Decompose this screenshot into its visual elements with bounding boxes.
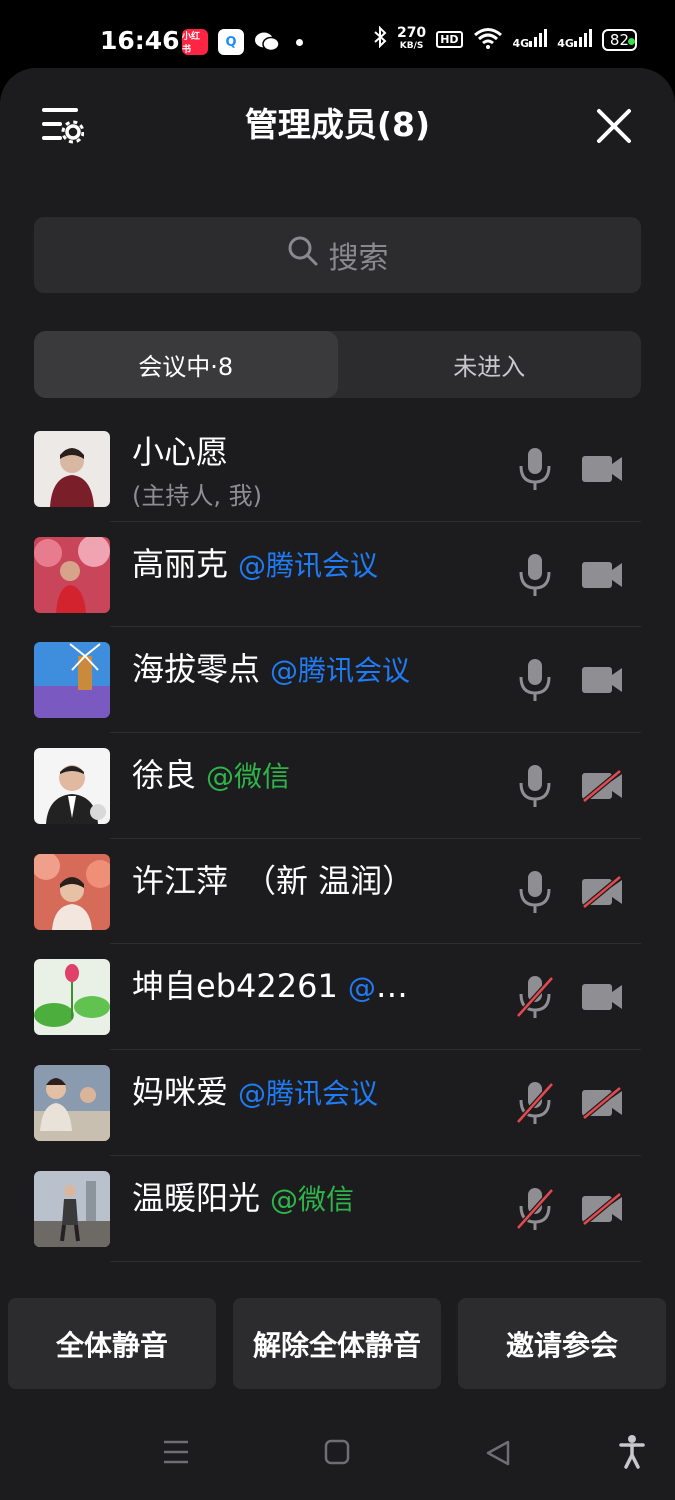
mute-all-button[interactable]: 全体静音 (8, 1298, 216, 1389)
camera-icon[interactable] (580, 663, 624, 697)
wechat-tag: @微信 (270, 1182, 355, 1216)
mic-icon[interactable] (516, 657, 554, 703)
member-name: 徐良 @微信 (132, 756, 291, 795)
system-nav-bar (0, 1405, 675, 1500)
net-speed: 270 KB/S (396, 24, 427, 51)
tab-in-meeting[interactable]: 会议中·8 (34, 331, 338, 398)
avatar (34, 1170, 110, 1247)
search-placeholder: 搜索 (328, 241, 389, 276)
privacy-indicator-dot (628, 38, 635, 45)
notification-icons: 小红书 Q (182, 29, 303, 55)
list-item[interactable]: 坤自eb42261@腾讯... (0, 944, 675, 1051)
mic-icon[interactable] (516, 869, 554, 915)
member-name: 高丽克 @腾讯会议 (132, 544, 379, 583)
cell-signal-1-icon: 4G (513, 28, 548, 51)
menu-nav-icon[interactable] (162, 1439, 190, 1469)
mic-off-icon[interactable] (516, 1186, 554, 1232)
list-item[interactable]: 海拔零点 @腾讯会议 (0, 627, 675, 734)
avatar (34, 431, 110, 507)
camera-icon[interactable] (580, 558, 624, 592)
mic-off-icon[interactable] (516, 1080, 554, 1126)
back-nav-icon[interactable] (484, 1439, 512, 1471)
action-bar: 全体静音 解除全体静音 邀请参会 (0, 1280, 675, 1405)
list-item[interactable]: 高丽克 @腾讯会议 (0, 522, 675, 628)
bluetooth-icon (373, 25, 387, 53)
divider (110, 1260, 641, 1262)
search-icon (287, 235, 319, 275)
hd-badge-icon: HD (436, 31, 463, 48)
mic-icon[interactable] (516, 446, 554, 492)
camera-off-icon[interactable] (580, 874, 624, 909)
member-list: 小心愿 (主持人, 我) 高丽克 @腾讯会议 海拔零点 @腾讯会议 徐良 @微信… (0, 416, 675, 1262)
search-input[interactable]: 搜索 (34, 217, 641, 293)
wechat-tag: @微信 (206, 760, 291, 794)
tencent-meeting-tag: @腾讯会议 (270, 654, 411, 688)
mic-icon[interactable] (516, 552, 554, 598)
status-time: 16:46 (100, 26, 180, 55)
close-icon[interactable] (596, 108, 632, 144)
xiaohongshu-app-icon: 小红书 (182, 29, 208, 55)
wifi-icon (473, 27, 503, 53)
list-item[interactable]: 小心愿 (主持人, 我) (0, 416, 675, 522)
member-role: (主持人, 我) (132, 482, 262, 510)
accessibility-icon[interactable] (619, 1435, 645, 1473)
avatar (34, 642, 110, 719)
avatar (34, 959, 110, 1036)
list-item[interactable]: 妈咪爱 @腾讯会议 (0, 1050, 675, 1156)
list-item[interactable]: 温暖阳光 @微信 (0, 1156, 675, 1262)
tencent-meeting-tag: @腾讯会议 (238, 1077, 379, 1111)
mic-off-icon[interactable] (516, 974, 554, 1020)
camera-off-icon[interactable] (580, 769, 624, 803)
home-nav-icon[interactable] (324, 1439, 350, 1469)
avatar (34, 748, 110, 825)
member-name: 妈咪爱 @腾讯会议 (132, 1073, 379, 1112)
camera-off-icon[interactable] (580, 1086, 624, 1121)
member-name: 小心愿 (132, 433, 229, 471)
tencent-meeting-tag: @腾讯... (347, 971, 435, 1005)
avatar (34, 1065, 110, 1142)
wechat-icon (254, 29, 280, 55)
camera-icon[interactable] (580, 452, 624, 486)
tencent-meeting-tag: @腾讯会议 (238, 548, 379, 582)
member-name: 海拔零点 @腾讯会议 (132, 650, 411, 689)
status-right: 270 KB/S HD 4G 4G 82 (373, 26, 637, 53)
notification-dot-icon (296, 38, 303, 46)
unmute-all-button[interactable]: 解除全体静音 (233, 1298, 441, 1389)
tab-not-joined[interactable]: 未进入 (338, 331, 642, 398)
member-name: 许江萍 （新 温润） (132, 861, 415, 900)
camera-off-icon[interactable] (580, 1191, 624, 1226)
list-item[interactable]: 许江萍 （新 温润） (0, 839, 675, 945)
avatar (34, 853, 110, 930)
member-tabs: 会议中·8 未进入 (34, 331, 641, 398)
page-title: 管理成员(8) (244, 105, 431, 144)
camera-icon[interactable] (580, 980, 624, 1014)
mic-icon[interactable] (516, 763, 554, 809)
avatar (34, 536, 110, 613)
invite-button[interactable]: 邀请参会 (458, 1298, 666, 1389)
list-item[interactable]: 徐良 @微信 (0, 733, 675, 839)
q-app-icon: Q (218, 29, 244, 55)
member-name: 温暖阳光 @微信 (132, 1178, 355, 1217)
cell-signal-2-icon: 4G (557, 28, 592, 51)
member-name: 坤自eb42261@腾讯... (132, 966, 435, 1008)
